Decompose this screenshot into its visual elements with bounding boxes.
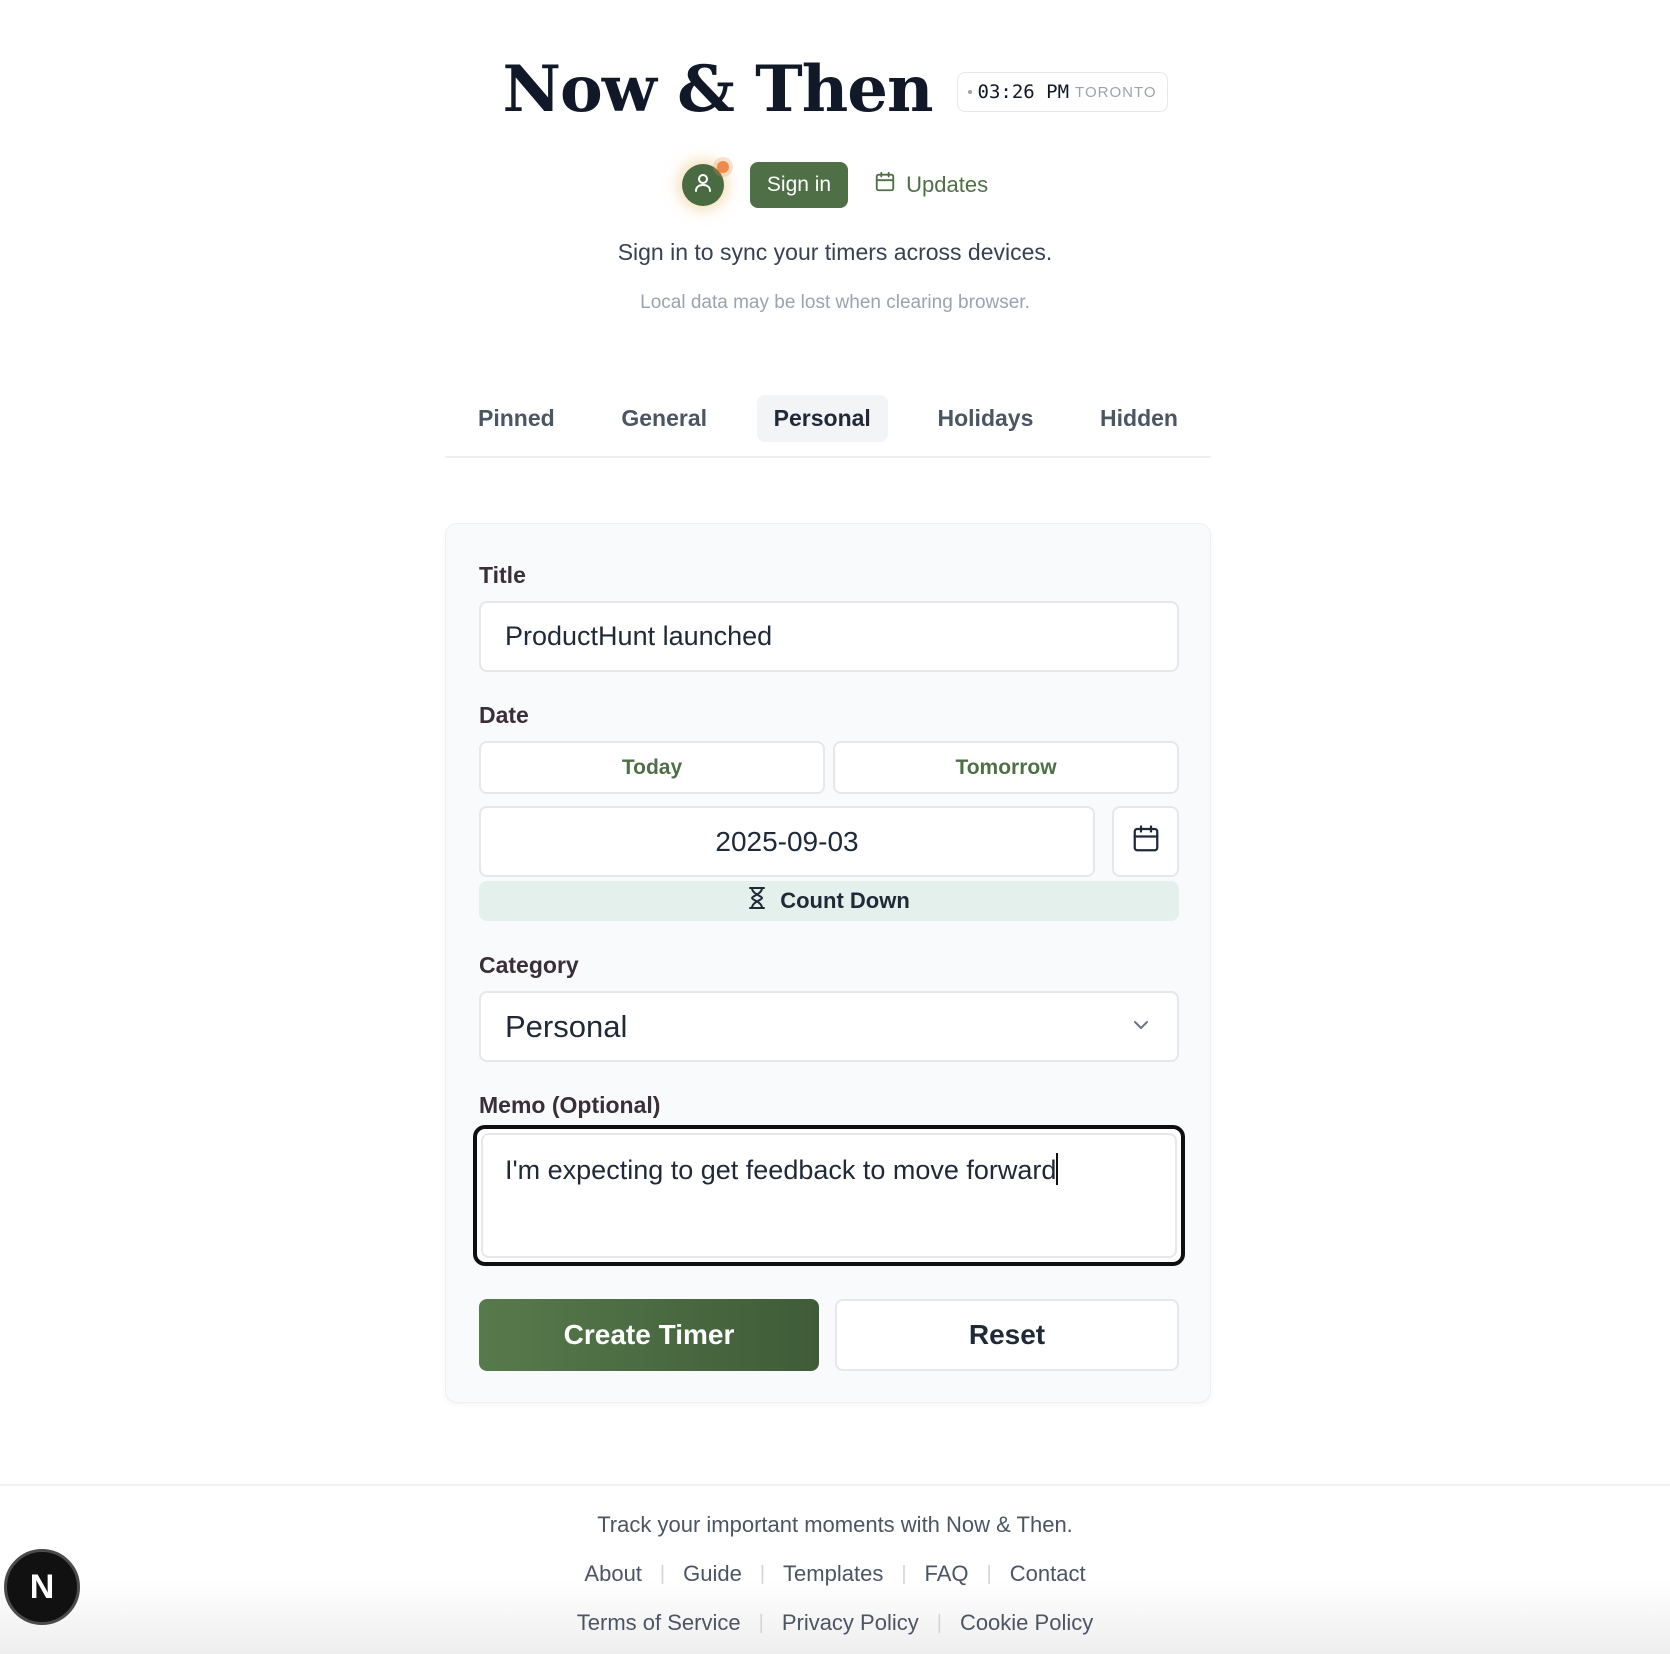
- account-actions: Sign in Updates: [0, 161, 1670, 208]
- count-down-toggle[interactable]: Count Down: [479, 881, 1179, 921]
- date-picker-button[interactable]: [1112, 806, 1179, 877]
- notification-dot: [716, 161, 729, 173]
- chevron-down-icon: [1129, 1009, 1153, 1045]
- footer-links-legal: Terms of Service | Privacy Policy | Cook…: [0, 1610, 1670, 1636]
- category-tabs: Pinned General Personal Holidays Hidden: [445, 394, 1211, 458]
- footer-links-primary: About | Guide | Templates | FAQ | Contac…: [0, 1561, 1670, 1587]
- updates-label: Updates: [906, 172, 989, 197]
- n-badge-button[interactable]: N: [4, 1549, 80, 1625]
- date-input[interactable]: 2025-09-03: [479, 806, 1095, 877]
- date-input-value: 2025-09-03: [715, 825, 859, 857]
- text-caret: [1056, 1153, 1059, 1185]
- divider: |: [659, 1562, 666, 1585]
- footer-link-privacy[interactable]: Privacy Policy: [782, 1610, 919, 1636]
- create-timer-form: Title ProductHunt launched Date Today To…: [445, 523, 1211, 1403]
- footer-link-terms[interactable]: Terms of Service: [577, 1610, 741, 1636]
- tab-pinned[interactable]: Pinned: [461, 395, 572, 442]
- memo-label: Memo (Optional): [479, 1092, 661, 1118]
- brand-row: Now & Then 03:26 PM TORONTO: [0, 58, 1670, 122]
- footer-link-templates[interactable]: Templates: [783, 1561, 883, 1587]
- tab-holidays[interactable]: Holidays: [921, 395, 1051, 442]
- footer-link-about[interactable]: About: [584, 1561, 642, 1587]
- reset-button[interactable]: Reset: [835, 1299, 1179, 1371]
- memo-textarea-inner: I'm expecting to get feedback to move fo…: [481, 1133, 1177, 1258]
- app-title: Now & Then: [502, 52, 934, 127]
- tab-general[interactable]: General: [604, 395, 724, 442]
- divider: |: [758, 1611, 764, 1634]
- date-label: Date: [479, 702, 529, 728]
- updates-link[interactable]: Updates: [874, 171, 988, 199]
- tomorrow-button[interactable]: Tomorrow: [833, 741, 1179, 794]
- footer-tagline: Track your important moments with Now & …: [597, 1512, 1073, 1537]
- memo-textarea[interactable]: I'm expecting to get feedback to move fo…: [473, 1125, 1185, 1266]
- sync-message: Sign in to sync your timers across devic…: [617, 239, 1053, 265]
- header: Now & Then 03:26 PM TORONTO Sign in Upda…: [0, 0, 1670, 330]
- status-dot: [967, 90, 972, 94]
- title-label: Title: [479, 562, 526, 588]
- avatar[interactable]: [681, 161, 729, 206]
- divider: |: [936, 1611, 942, 1634]
- category-select-value: Personal: [505, 1008, 628, 1044]
- count-down-label: Count Down: [780, 888, 910, 913]
- clock-time: 03:26 PM: [977, 81, 1070, 103]
- calendar-icon: [874, 171, 896, 199]
- category-select[interactable]: Personal: [479, 991, 1179, 1062]
- divider: |: [901, 1562, 907, 1585]
- tab-personal[interactable]: Personal: [756, 394, 888, 442]
- title-input[interactable]: ProductHunt launched: [479, 601, 1179, 672]
- clock-city: TORONTO: [1075, 83, 1157, 101]
- footer-link-cookies[interactable]: Cookie Policy: [960, 1610, 1093, 1636]
- footer-link-guide[interactable]: Guide: [683, 1561, 742, 1587]
- tab-hidden[interactable]: Hidden: [1083, 395, 1195, 442]
- memo-value: I'm expecting to get feedback to move fo…: [505, 1155, 1057, 1185]
- divider: |: [986, 1562, 992, 1585]
- user-icon: [691, 171, 715, 200]
- footer-link-contact[interactable]: Contact: [1010, 1561, 1086, 1587]
- sign-in-button[interactable]: Sign in: [749, 162, 849, 208]
- n-badge-letter: N: [29, 1567, 55, 1606]
- calendar-icon: [1131, 824, 1161, 859]
- category-label: Category: [479, 952, 579, 978]
- footer-link-faq[interactable]: FAQ: [925, 1561, 969, 1587]
- footer: Track your important moments with Now & …: [0, 1484, 1670, 1654]
- today-button[interactable]: Today: [479, 741, 825, 794]
- hourglass-icon: [748, 886, 766, 916]
- create-timer-button[interactable]: Create Timer: [479, 1299, 819, 1371]
- local-data-warning: Local data may be lost when clearing bro…: [640, 292, 1030, 313]
- title-input-value: ProductHunt launched: [505, 621, 773, 651]
- divider: |: [759, 1562, 766, 1585]
- clock-badge: 03:26 PM TORONTO: [956, 72, 1168, 112]
